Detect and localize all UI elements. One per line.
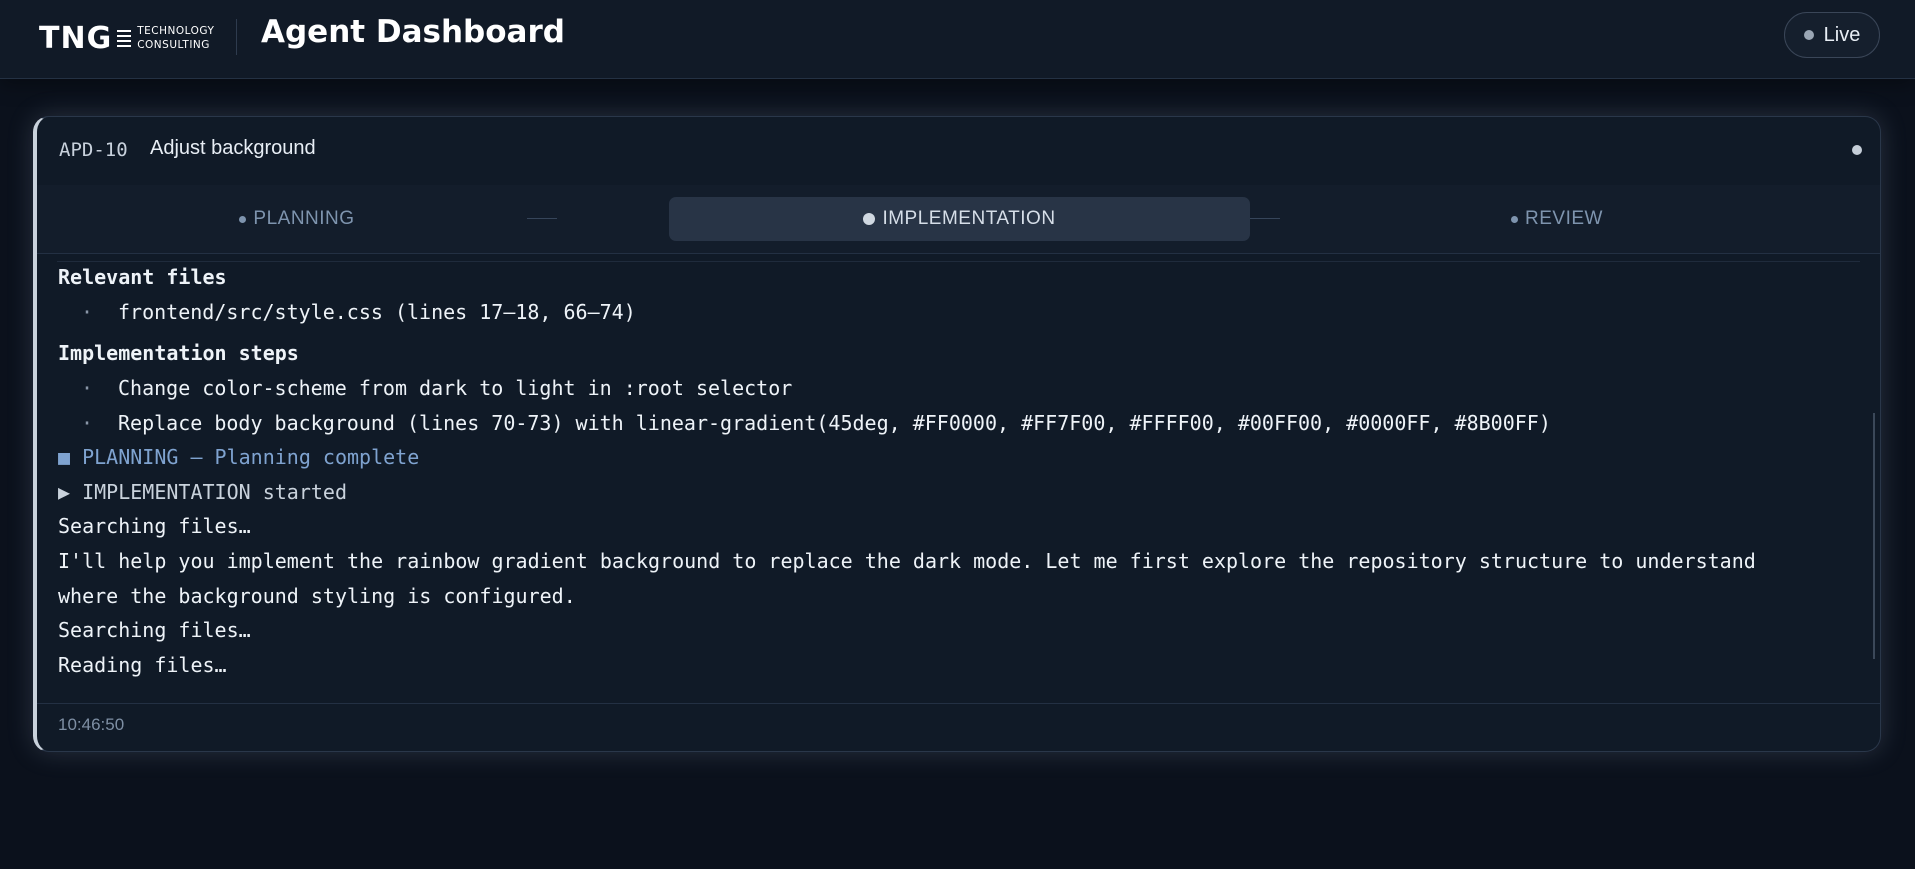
step-label: PLANNING xyxy=(253,208,355,229)
live-status-button[interactable]: Live xyxy=(1784,12,1880,58)
step-dot-icon xyxy=(863,213,876,225)
list-item: · frontend/src/style.css (lines 17–18, 6… xyxy=(37,295,1880,330)
top-bar: TNG TECHNOLOGY CONSULTING Agent Dashboar… xyxy=(0,0,1915,79)
live-dot-icon xyxy=(1803,30,1814,40)
relevant-files-heading: Relevant files xyxy=(58,265,227,289)
ticket-id: APD-10 xyxy=(59,139,128,161)
step-connector xyxy=(527,218,557,219)
implementation-step: Replace body background (lines 70-73) wi… xyxy=(118,411,1551,435)
list-item: · Change color-scheme from dark to light… xyxy=(37,371,1880,406)
step-label: IMPLEMENTATION xyxy=(882,208,1056,229)
card-header[interactable]: APD-10 Adjust background xyxy=(37,117,1880,186)
tng-logo: TNG TECHNOLOGY CONSULTING xyxy=(39,20,214,56)
tab-planning[interactable]: PLANNING xyxy=(217,197,377,241)
status-line: Searching files… xyxy=(58,618,251,642)
card-footer: 10:46:50 xyxy=(37,703,1880,751)
status-line: Reading files… xyxy=(58,653,227,677)
logo-lines-icon xyxy=(117,29,132,47)
log-divider xyxy=(57,261,1860,262)
bullet-icon: · xyxy=(81,376,94,400)
header-divider xyxy=(236,19,237,55)
logo-subtitle: TECHNOLOGY CONSULTING xyxy=(137,24,214,52)
agent-log[interactable]: Relevant files · frontend/src/style.css … xyxy=(37,253,1880,685)
logo-sub-line-1: TECHNOLOGY xyxy=(137,25,215,37)
planning-complete-line: ■ PLANNING — Planning complete xyxy=(58,445,420,469)
log-scrollbar[interactable] xyxy=(1873,413,1875,659)
agent-message-line: I'll help you implement the rainbow grad… xyxy=(58,549,1756,573)
bullet-icon: · xyxy=(81,300,94,324)
implementation-started-line: ▶ IMPLEMENTATION started xyxy=(58,480,347,504)
logo-wordmark: TNG xyxy=(39,20,113,56)
bullet-icon: · xyxy=(81,411,94,435)
step-dot-icon xyxy=(1511,215,1519,223)
status-line: Searching files… xyxy=(58,514,251,538)
tab-implementation[interactable]: IMPLEMENTATION xyxy=(669,197,1250,241)
implementation-steps-heading: Implementation steps xyxy=(58,341,299,365)
page-title: Agent Dashboard xyxy=(261,14,565,50)
agent-task-card: APD-10 Adjust background PLANNING IMPLEM… xyxy=(33,116,1881,752)
ticket-title: Adjust background xyxy=(150,137,316,159)
timestamp: 10:46:50 xyxy=(58,715,125,734)
tab-review[interactable]: REVIEW xyxy=(1477,197,1637,241)
implementation-step: Change color-scheme from dark to light i… xyxy=(118,376,793,400)
step-label: REVIEW xyxy=(1525,208,1603,229)
step-dot-icon xyxy=(239,215,247,223)
status-dot-icon xyxy=(1852,145,1862,155)
relevant-file: frontend/src/style.css (lines 17–18, 66–… xyxy=(118,300,636,324)
live-label: Live xyxy=(1823,23,1861,46)
phase-stepper: PLANNING IMPLEMENTATION REVIEW xyxy=(37,185,1880,254)
list-item: · Replace body background (lines 70-73) … xyxy=(37,406,1880,441)
step-connector xyxy=(1250,218,1280,219)
logo-sub-line-2: CONSULTING xyxy=(137,39,210,51)
agent-message-line: where the background styling is configur… xyxy=(58,584,576,608)
